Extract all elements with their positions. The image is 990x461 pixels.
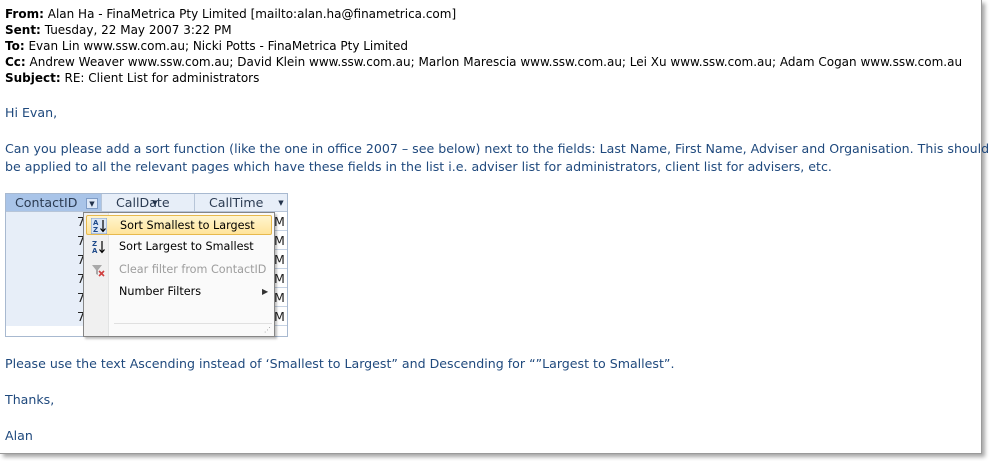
clear-filter-icon: [90, 262, 106, 278]
email-message: From: Alan Ha - FinaMetrica Pty Limited …: [0, 0, 989, 454]
column-header-calltime[interactable]: CallTime ▼: [195, 194, 287, 212]
column-header-label: CallDate: [116, 195, 170, 210]
resize-grip-icon[interactable]: ⋰: [264, 326, 272, 334]
icon-letter-z: Z: [93, 226, 98, 234]
closing-thanks: Thanks,: [5, 392, 55, 407]
greeting: Hi Evan,: [5, 105, 58, 120]
menu-item-label: Sort Smallest to Largest: [120, 219, 255, 232]
column-header-calldate[interactable]: CallDate ▼: [102, 194, 195, 212]
menu-item-clear-filter: Clear filter from ContactID: [86, 260, 272, 280]
menu-item-label: Number Filters: [119, 285, 202, 298]
sort-filter-menu: A Z Sort Smallest to Largest Z A Sort La…: [83, 212, 275, 337]
icon-letter-a: A: [92, 247, 98, 255]
menu-item-number-filters[interactable]: Number Filters ▶: [86, 282, 272, 302]
cc-header: Cc: Andrew Weaver www.ssw.com.au; David …: [5, 54, 962, 70]
menu-item-label: Clear filter from ContactID: [119, 263, 267, 276]
calltime-cell: M: [274, 271, 285, 286]
calltime-cell: M: [274, 252, 285, 267]
cc-label: Cc:: [5, 55, 26, 69]
menu-item-label: Sort Largest to Smallest: [119, 240, 254, 253]
from-value[interactable]: Alan Ha - FinaMetrica Pty Limited [mailt…: [48, 7, 456, 21]
dropdown-arrow-icon[interactable]: ▼: [86, 198, 98, 209]
column-header-label: ContactID: [15, 195, 78, 210]
column-header-contactid[interactable]: ContactID ▼: [6, 194, 102, 212]
body-paragraph-1-line-1: Can you please add a sort function (like…: [5, 141, 990, 156]
sent-label: Sent:: [5, 23, 41, 37]
menu-item-sort-ascending[interactable]: A Z Sort Smallest to Largest: [86, 215, 272, 235]
menu-item-sort-descending[interactable]: Z A Sort Largest to Smallest: [86, 237, 272, 257]
sort-descending-icon: Z A: [90, 239, 106, 255]
calltime-cell: M: [274, 214, 285, 229]
to-label: To:: [5, 39, 25, 53]
body-paragraph-2: Please use the text Ascending instead of…: [5, 356, 675, 371]
menu-divider: [114, 323, 272, 324]
sent-header: Sent: Tuesday, 22 May 2007 3:22 PM: [5, 22, 232, 38]
calltime-cell: M: [274, 233, 285, 248]
signature: Alan: [5, 428, 33, 443]
calltime-cell: M: [274, 309, 285, 324]
dropdown-arrow-icon[interactable]: ▼: [275, 198, 287, 209]
sent-value: Tuesday, 22 May 2007 3:22 PM: [44, 23, 232, 37]
calltime-cell: M: [274, 290, 285, 305]
from-label: From:: [5, 7, 44, 21]
subject-header: Subject: RE: Client List for administrat…: [5, 70, 259, 86]
sort-ascending-icon: A Z: [90, 217, 108, 235]
subject-value: RE: Client List for administrators: [64, 71, 260, 85]
dropdown-arrow-icon[interactable]: ▼: [149, 198, 161, 209]
from-header: From: Alan Ha - FinaMetrica Pty Limited …: [5, 6, 456, 22]
subject-label: Subject:: [5, 71, 61, 85]
submenu-arrow-icon: ▶: [262, 287, 269, 296]
body-paragraph-1-line-2: be applied to all the relevant pages whi…: [5, 159, 832, 174]
to-header: To: Evan Lin www.ssw.com.au; Nicki Potts…: [5, 38, 408, 54]
column-header-label: CallTime: [209, 195, 264, 210]
to-value[interactable]: Evan Lin www.ssw.com.au; Nicki Potts - F…: [28, 39, 408, 53]
cc-value[interactable]: Andrew Weaver www.ssw.com.au; David Klei…: [30, 55, 963, 69]
